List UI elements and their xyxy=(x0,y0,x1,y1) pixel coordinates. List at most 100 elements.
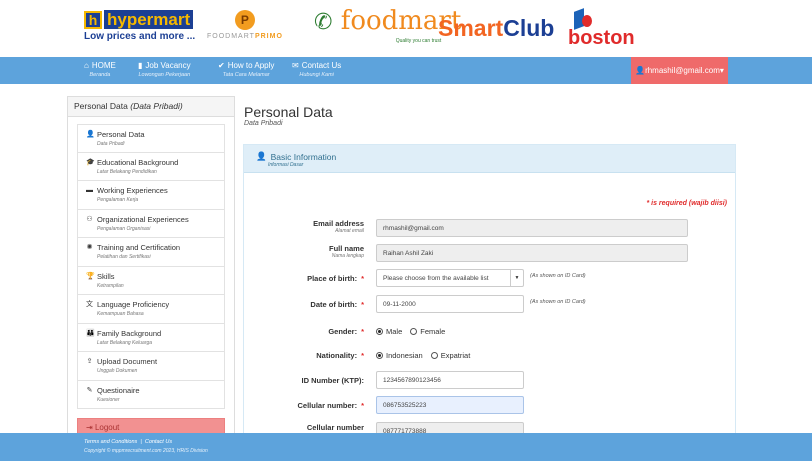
radio-unchecked-icon xyxy=(430,352,438,359)
sidebar-item-label: Family Background xyxy=(97,328,162,338)
user-menu-dropdown[interactable]: 👤rhmashil@gmail.com▾ xyxy=(631,57,728,84)
user-icon: 👤 xyxy=(256,151,267,161)
briefcase-icon: ▬ xyxy=(86,187,93,194)
nationality-indonesian-radio[interactable]: Indonesian xyxy=(376,351,423,360)
sidebar-item-sub: Kuesioner xyxy=(97,396,120,403)
sidebar-item-questionaire[interactable]: ✎ Questionaire Kuesioner xyxy=(77,380,225,409)
sidebar-item-training-certification[interactable]: ✺ Training and Certification Pelatihan dan… xyxy=(77,238,225,267)
smartclub-logo: Smart Club xyxy=(438,0,554,57)
user-icon: 👤 xyxy=(635,66,646,75)
nav-how-to-apply[interactable]: ✔ How to Apply Tata Cara Melamar xyxy=(218,57,274,84)
date-of-birth-field[interactable]: 09-11-2000 xyxy=(376,295,524,313)
logout-label: Logout xyxy=(94,423,120,432)
sidebar-item-sub: Pengalaman Organisasi xyxy=(97,225,151,232)
sidebar-item-sub: Pengalaman Kerja xyxy=(97,197,139,203)
nationality-expatriat-radio[interactable]: Expatriat xyxy=(430,351,470,360)
nav-home-label: HOME xyxy=(91,61,116,70)
certificate-icon: ✺ xyxy=(86,244,93,251)
place-of-birth-label: Place of birth: * xyxy=(307,274,364,283)
edit-icon: ✎ xyxy=(86,386,93,394)
sidebar-item-label: Skills xyxy=(97,271,115,281)
required-note: * is required (wajib diisi) xyxy=(646,200,727,207)
nationality-radio-group: Indonesian Expatriat xyxy=(376,351,470,360)
sidebar-item-label: Language Proficiency xyxy=(97,300,170,309)
place-of-birth-note: (As shown on ID Card) xyxy=(530,273,586,279)
card-title: Basic Information xyxy=(270,151,337,162)
nav-job-vacancy[interactable]: ▮ Job Vacancy Lowongan Pekerjaan xyxy=(138,57,191,84)
radio-checked-icon xyxy=(376,328,383,335)
sign-out-icon: ⇥ xyxy=(86,423,93,432)
sidebar-panel: Personal Data (Data Pribadi) 👤 Personal D… xyxy=(67,96,235,436)
sidebar-title-sub: (Data Pribadi) xyxy=(130,101,183,111)
sidebar-item-educational-background[interactable]: 🎓 Educational Background Latar Belakang Pe… xyxy=(77,152,225,181)
sidebar-menu: 👤 Personal Data Data Pribadi 🎓 Educational … xyxy=(77,124,225,409)
sidebar-header: Personal Data (Data Pribadi) xyxy=(68,97,234,117)
place-of-birth-select[interactable]: Please choose from the available list ▼ xyxy=(376,269,524,287)
nav-job-label: Job Vacancy xyxy=(145,61,191,70)
trophy-icon: 🏆 xyxy=(86,272,95,280)
upload-icon: ⇪ xyxy=(86,358,93,365)
nav-howto-sub: Tata Cara Melamar xyxy=(222,72,270,78)
bookmark-icon: ▮ xyxy=(138,61,143,70)
sidebar-item-upload-document[interactable]: ⇪ Upload Document Unggah Dokumen xyxy=(77,352,225,381)
sidebar-item-label: Training and Certification xyxy=(97,243,181,252)
gender-label: Gender: * xyxy=(328,327,364,336)
sidebar-item-sub: Ketrampilan xyxy=(97,282,124,289)
graduation-cap-icon: 🎓 xyxy=(86,158,95,166)
cellular-number-2-label: Cellular number xyxy=(306,423,364,432)
users-icon: 👪 xyxy=(86,329,95,337)
sidebar-item-sub: Data Pribadi xyxy=(97,141,125,147)
gender-female-radio[interactable]: Female xyxy=(410,327,445,336)
sidebar-item-working-experiences[interactable]: ▬ Working Experiences Pengalaman Kerja xyxy=(77,181,225,210)
foodmart-tagline: Quality you can trust xyxy=(395,38,442,44)
sidebar-item-skills[interactable]: 🏆 Skills Ketrampilan xyxy=(77,266,225,295)
cellular-number-field[interactable]: 086753525223 xyxy=(376,396,524,414)
email-label: Email address Alamat email xyxy=(313,219,364,234)
caret-down-icon: ▾ xyxy=(719,66,724,75)
footer-terms-link[interactable]: Terms and Conditions xyxy=(84,439,137,445)
footer-separator: | xyxy=(140,439,142,445)
email-field[interactable]: rhmashil@gmail.com xyxy=(376,219,688,237)
hypermart-icon: h xyxy=(84,10,102,29)
nationality-label: Nationality: * xyxy=(316,351,364,360)
hypermart-name: hypermart xyxy=(104,10,194,29)
footer-copyright: Copyright © mppmrecruitment.com 2023, HR… xyxy=(84,448,208,454)
nav-home-sub: Beranda xyxy=(89,72,111,78)
sidebar-item-organizational-experiences[interactable]: ⚇ Organizational Experiences Pengalaman Or… xyxy=(77,209,225,238)
id-number-label: ID Number (KTP): xyxy=(301,376,365,385)
sidebar-item-family-background[interactable]: 👪 Family Background Latar Belakang Keluarg… xyxy=(77,323,225,352)
top-navbar: ⌂ HOME Beranda ▮ Job Vacancy Lowongan Peke… xyxy=(0,57,812,84)
primo-text-b: PRIMO xyxy=(254,33,283,40)
check-icon: ✔ xyxy=(218,61,225,70)
user-email-label: rhmashil@gmail.com xyxy=(645,66,720,75)
sidebar-title: Personal Data xyxy=(74,101,128,111)
home-icon: ⌂ xyxy=(84,61,89,70)
envelope-icon: ✉ xyxy=(292,61,299,70)
page-subtitle: Data Pribadi xyxy=(244,120,283,127)
nav-howto-label: How to Apply xyxy=(227,61,275,70)
cellular-number-label: Cellular number: * xyxy=(297,401,364,410)
id-number-field[interactable]: 1234567890123456 xyxy=(376,371,524,389)
date-of-birth-label: Date of birth: * xyxy=(310,300,364,309)
sidebar-item-label: Questionaire xyxy=(97,385,140,395)
card-subtitle: Informasi Dasar xyxy=(268,162,304,168)
nav-job-sub: Lowongan Pekerjaan xyxy=(138,72,191,78)
sidebar-item-sub: Unggah Dokumen xyxy=(97,368,138,374)
date-of-birth-note: (As shown on ID Card) xyxy=(530,299,586,305)
sidebar-item-personal-data[interactable]: 👤 Personal Data Data Pribadi xyxy=(77,124,225,153)
gender-male-radio[interactable]: Male xyxy=(376,327,402,336)
footer-contact-link[interactable]: Contact Us xyxy=(145,439,172,445)
fullname-label: Full name Nama lengkap xyxy=(328,244,364,259)
nav-contact-us[interactable]: ✉ Contact Us Hubungi Kami xyxy=(292,57,341,84)
sidebar-item-language-proficiency[interactable]: 文 Language Proficiency Kemampuan Bahasa xyxy=(77,295,225,324)
fullname-field[interactable]: Raihan Ashil Zaki xyxy=(376,244,688,262)
boston-name: boston xyxy=(568,27,635,49)
gender-radio-group: Male Female xyxy=(376,327,445,336)
primo-text-a: FOODMART xyxy=(207,33,255,40)
language-icon: 文 xyxy=(86,301,93,308)
nav-home[interactable]: ⌂ HOME Beranda xyxy=(84,57,116,84)
sidebar-item-sub: Kemampuan Bahasa xyxy=(97,311,144,317)
sitemap-icon: ⚇ xyxy=(86,215,93,223)
page-title: Personal Data xyxy=(244,104,333,120)
chevron-down-icon: ▼ xyxy=(510,270,523,286)
